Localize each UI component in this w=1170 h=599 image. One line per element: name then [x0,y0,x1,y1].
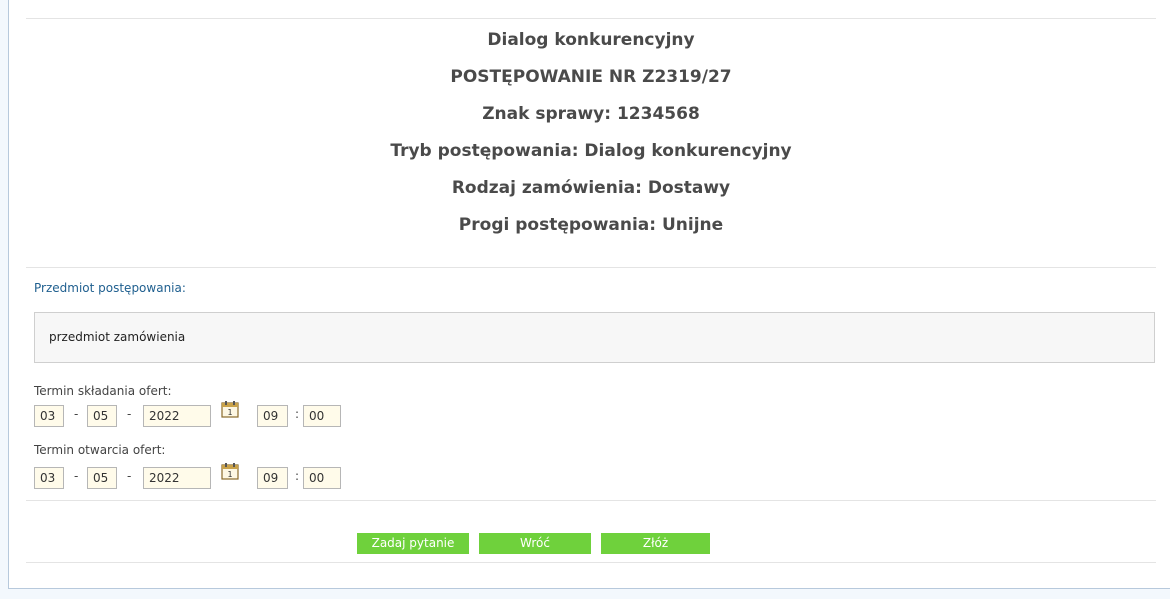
header-case-number: Znak sprawy: 1234568 [482,104,700,124]
back-button[interactable]: Wróć [479,533,591,554]
offer-month-input[interactable]: 05 [87,405,117,427]
opening-deadline-label: Termin otwarcia ofert: [34,443,166,457]
opening-hour-input[interactable]: 09 [257,467,288,489]
svg-text:1: 1 [227,470,232,479]
offer-deadline-label: Termin składania ofert: [34,384,172,398]
offer-year-input[interactable]: 2022 [143,405,211,427]
header-proceeding-number: POSTĘPOWANIE NR Z2319/27 [450,67,732,87]
date-separator: - [127,469,132,483]
header-thresholds: Progi postępowania: Unijne [458,215,724,235]
opening-minute-input[interactable]: 00 [303,467,341,489]
divider-top [26,18,1156,19]
opening-year-input[interactable]: 2022 [143,467,211,489]
subject-value: przedmiot zamówienia [34,312,1155,363]
proceeding-header: Dialog konkurencyjny POSTĘPOWANIE NR Z23… [26,22,1156,244]
date-separator: - [74,407,79,421]
header-procedure-mode: Tryb postępowania: Dialog konkurencyjny [390,141,792,161]
submit-button[interactable]: Złóż [601,533,710,554]
opening-month-input[interactable]: 05 [87,467,117,489]
date-separator: - [127,407,132,421]
subject-label: Przedmiot postępowania: [34,281,186,295]
divider-bottom [26,562,1156,563]
divider-header [26,267,1156,268]
header-order-type: Rodzaj zamówienia: Dostawy [451,178,731,198]
date-separator: - [74,469,79,483]
calendar-icon[interactable]: 1 [220,399,240,419]
calendar-icon[interactable]: 1 [220,461,240,481]
offer-minute-input[interactable]: 00 [303,405,341,427]
time-separator: : [295,407,300,421]
time-separator: : [295,469,300,483]
offer-day-input[interactable]: 03 [34,405,64,427]
offer-hour-input[interactable]: 09 [257,405,288,427]
header-title: Dialog konkurencyjny [487,30,695,50]
divider-form [26,500,1156,501]
opening-day-input[interactable]: 03 [34,467,64,489]
svg-text:1: 1 [227,408,232,417]
ask-question-button[interactable]: Zadaj pytanie [357,533,469,554]
